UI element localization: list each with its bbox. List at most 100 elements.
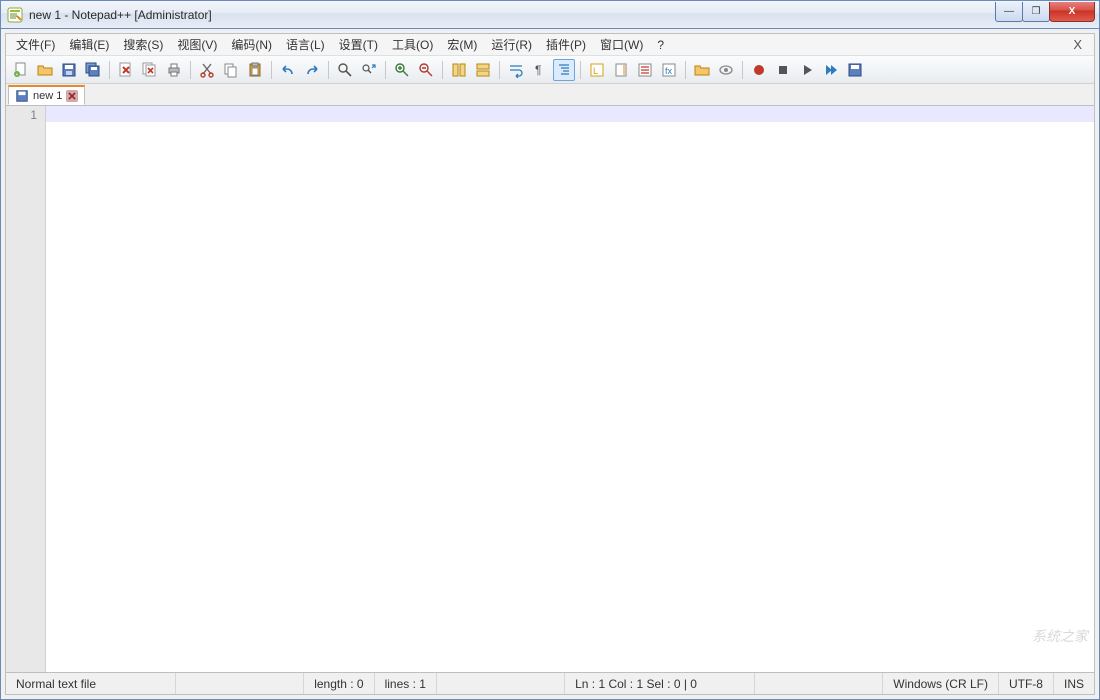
separator — [499, 61, 500, 79]
menu-settings[interactable]: 设置(T) — [333, 34, 384, 55]
app-icon — [7, 7, 23, 23]
menu-help[interactable]: ? — [651, 36, 670, 54]
window-title: new 1 - Notepad++ [Administrator] — [29, 8, 212, 22]
status-lines: lines : 1 — [375, 673, 437, 694]
func-list-icon: fx — [661, 62, 677, 78]
copy-icon — [223, 62, 239, 78]
sync-horizontal-button[interactable] — [472, 59, 494, 81]
text-area-wrapper — [46, 106, 1094, 672]
maximize-button[interactable]: ❐ — [1022, 2, 1050, 22]
print-icon — [166, 62, 182, 78]
menu-search[interactable]: 搜索(S) — [117, 34, 169, 55]
word-wrap-button[interactable] — [505, 59, 527, 81]
macro-stop-button[interactable] — [772, 59, 794, 81]
status-eol[interactable]: Windows (CR LF) — [883, 673, 999, 694]
separator — [271, 61, 272, 79]
function-list-button[interactable]: fx — [658, 59, 680, 81]
status-mode[interactable]: INS — [1054, 673, 1094, 694]
tab-bar: new 1 — [6, 84, 1094, 106]
svg-text:¶: ¶ — [535, 63, 541, 77]
menu-file[interactable]: 文件(F) — [10, 34, 61, 55]
indent-guide-button[interactable] — [553, 59, 575, 81]
cut-button[interactable] — [196, 59, 218, 81]
save-button[interactable] — [58, 59, 80, 81]
menu-language[interactable]: 语言(L) — [280, 34, 331, 55]
menu-tools[interactable]: 工具(O) — [386, 34, 439, 55]
menu-encoding[interactable]: 编码(N) — [225, 34, 278, 55]
menu-view[interactable]: 视图(V) — [171, 34, 223, 55]
status-length: length : 0 — [304, 673, 374, 694]
folder-icon — [694, 62, 710, 78]
menu-edit[interactable]: 编辑(E) — [63, 34, 115, 55]
menu-plugins[interactable]: 插件(P) — [540, 34, 592, 55]
line-gutter: 1 — [6, 106, 46, 672]
print-button[interactable] — [163, 59, 185, 81]
folder-workspace-button[interactable] — [691, 59, 713, 81]
paste-button[interactable] — [244, 59, 266, 81]
status-position: Ln : 1 Col : 1 Sel : 0 | 0 — [565, 673, 755, 694]
sync-h-icon — [475, 62, 491, 78]
status-encoding[interactable]: UTF-8 — [999, 673, 1054, 694]
macro-save-icon — [847, 62, 863, 78]
zoom-in-icon — [394, 62, 410, 78]
close-window-button[interactable]: X — [1049, 2, 1095, 22]
document-icon — [15, 89, 29, 103]
doc-map-button[interactable] — [610, 59, 632, 81]
text-editor[interactable] — [46, 106, 1094, 672]
close-all-button[interactable] — [139, 59, 161, 81]
sync-v-icon — [451, 62, 467, 78]
show-chars-button[interactable]: ¶ — [529, 59, 551, 81]
macro-play-button[interactable] — [796, 59, 818, 81]
separator — [580, 61, 581, 79]
redo-button[interactable] — [301, 59, 323, 81]
close-document-x[interactable]: X — [1065, 37, 1090, 52]
eye-icon — [718, 62, 734, 78]
window-controls: — ❐ X — [996, 2, 1095, 22]
status-filetype: Normal text file — [6, 673, 176, 694]
doc-list-button[interactable] — [634, 59, 656, 81]
wrap-icon — [508, 62, 524, 78]
doc-list-icon — [637, 62, 653, 78]
separator — [685, 61, 686, 79]
replace-button[interactable] — [358, 59, 380, 81]
menu-run[interactable]: 运行(R) — [485, 34, 538, 55]
toolbar: + — [6, 56, 1094, 84]
find-button[interactable] — [334, 59, 356, 81]
doc-map-icon — [613, 62, 629, 78]
macro-record-button[interactable] — [748, 59, 770, 81]
menubar: 文件(F) 编辑(E) 搜索(S) 视图(V) 编码(N) 语言(L) 设置(T… — [6, 34, 1094, 56]
play-icon — [799, 62, 815, 78]
monitor-button[interactable] — [715, 59, 737, 81]
copy-button[interactable] — [220, 59, 242, 81]
macro-save-button[interactable] — [844, 59, 866, 81]
zoom-out-icon — [418, 62, 434, 78]
user-lang-button[interactable]: L — [586, 59, 608, 81]
menu-macro[interactable]: 宏(M) — [441, 34, 483, 55]
paste-icon — [247, 62, 263, 78]
close-doc-icon — [118, 62, 134, 78]
minimize-button[interactable]: — — [995, 2, 1023, 22]
play-multi-icon — [823, 62, 839, 78]
menu-window[interactable]: 窗口(W) — [594, 34, 649, 55]
save-icon — [61, 62, 77, 78]
sync-vertical-button[interactable] — [448, 59, 470, 81]
macro-play-multi-button[interactable] — [820, 59, 842, 81]
titlebar[interactable]: new 1 - Notepad++ [Administrator] — ❐ X — [0, 0, 1100, 28]
record-icon — [751, 62, 767, 78]
svg-text:fx: fx — [665, 66, 673, 76]
zoom-out-button[interactable] — [415, 59, 437, 81]
open-button[interactable] — [34, 59, 56, 81]
editor-area: 1 系统之家 — [6, 106, 1094, 672]
save-all-button[interactable] — [82, 59, 104, 81]
window-body: 文件(F) 编辑(E) 搜索(S) 视图(V) 编码(N) 语言(L) 设置(T… — [0, 28, 1100, 700]
new-button[interactable]: + — [10, 59, 32, 81]
status-bar: Normal text file length : 0 lines : 1 Ln… — [6, 672, 1094, 694]
undo-button[interactable] — [277, 59, 299, 81]
close-doc-button[interactable] — [115, 59, 137, 81]
svg-text:+: + — [16, 72, 19, 78]
redo-icon — [304, 62, 320, 78]
stop-icon — [775, 62, 791, 78]
zoom-in-button[interactable] — [391, 59, 413, 81]
tab-active[interactable]: new 1 — [8, 85, 85, 105]
tab-close-icon[interactable] — [66, 90, 78, 102]
